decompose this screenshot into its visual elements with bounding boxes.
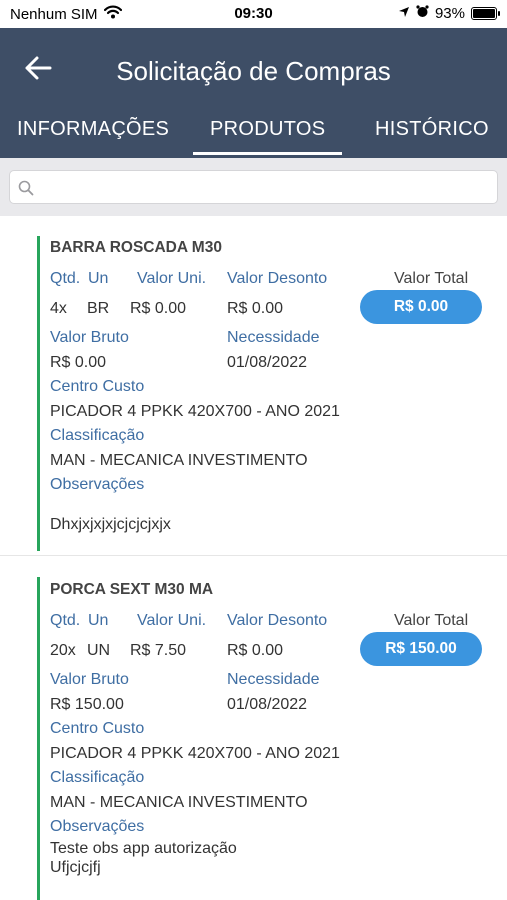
status-bar: Nenhum SIM 09:30 93% (0, 0, 507, 28)
centro-custo-value: PICADOR 4 PPKK 420X700 - ANO 2021 (50, 745, 340, 762)
valor-bruto-value: R$ 150.00 (50, 696, 124, 713)
observacoes-line1: Teste obs app autorização (50, 840, 237, 857)
card-divider (0, 555, 507, 556)
valor-bruto-label: Valor Bruto (50, 329, 129, 346)
search-field[interactable] (9, 170, 498, 205)
valor-bruto-label: Valor Bruto (50, 671, 129, 688)
card-accent (37, 236, 40, 551)
valor-total-label: Valor Total (394, 612, 469, 629)
classificacao-value: MAN - MECANICA INVESTIMENTO (50, 794, 308, 811)
product-name: PORCA SEXT M30 MA (50, 581, 214, 598)
valor-bruto-value: R$ 0.00 (50, 354, 107, 371)
un-value: UN (87, 642, 111, 659)
valor-desconto-value: R$ 0.00 (227, 300, 284, 317)
status-right: 93% (398, 5, 500, 22)
valor-desconto-label: Valor Desonto (227, 270, 328, 287)
qtd-label: Qtd. (50, 612, 81, 629)
tab-bar: INFORMAÇÕES PRODUTOS HISTÓRICO (0, 116, 507, 158)
valor-uni-label: Valor Uni. (137, 270, 207, 287)
battery-percent: 93% (434, 5, 465, 22)
necessidade-value: 01/08/2022 (227, 354, 308, 371)
tab-historico[interactable]: HISTÓRICO (375, 116, 489, 158)
necessidade-value: 01/08/2022 (227, 696, 308, 713)
app-header: Solicitação de Compras INFORMAÇÕES PRODU… (0, 28, 507, 158)
valor-uni-label: Valor Uni. (137, 612, 207, 629)
battery-icon (471, 7, 500, 20)
page-title: Solicitação de Compras (116, 56, 391, 86)
observacoes-line2: Dhxjxjxjxjcjcjcjxjx (50, 516, 171, 533)
qtd-value: 20x (50, 642, 76, 659)
valor-total-button[interactable]: R$ 150.00 (360, 632, 482, 666)
product-card[interactable]: BARRA ROSCADA M30 Qtd. Un Valor Uni. Val… (0, 216, 507, 556)
un-value: BR (87, 300, 110, 317)
search-icon (18, 180, 34, 196)
classificacao-value: MAN - MECANICA INVESTIMENTO (50, 452, 308, 469)
observacoes-label: Observações (50, 476, 145, 493)
search-input[interactable] (42, 171, 496, 205)
necessidade-label: Necessidade (227, 329, 320, 346)
qtd-label: Qtd. (50, 270, 81, 287)
un-label: Un (88, 270, 109, 287)
valor-desconto-label: Valor Desonto (227, 612, 328, 629)
card-accent (37, 577, 40, 900)
necessidade-label: Necessidade (227, 671, 320, 688)
product-card[interactable]: PORCA SEXT M30 MA Qtd. Un Valor Uni. Val… (0, 558, 507, 900)
valor-uni-value: R$ 7.50 (130, 642, 187, 659)
tab-informacoes[interactable]: INFORMAÇÕES (17, 116, 169, 158)
valor-total-label: Valor Total (394, 270, 469, 287)
valor-desconto-value: R$ 0.00 (227, 642, 284, 659)
valor-uni-value: R$ 0.00 (130, 300, 187, 317)
centro-custo-label: Centro Custo (50, 720, 145, 737)
classificacao-label: Classificação (50, 769, 145, 786)
alarm-icon (416, 5, 429, 22)
un-label: Un (88, 612, 109, 629)
search-bar (0, 158, 507, 216)
product-name: BARRA ROSCADA M30 (50, 239, 222, 256)
qtd-value: 4x (50, 300, 67, 317)
classificacao-label: Classificação (50, 427, 145, 444)
observacoes-line2: Ufjcjcjfj (50, 859, 101, 876)
valor-total-button[interactable]: R$ 0.00 (360, 290, 482, 324)
centro-custo-value: PICADOR 4 PPKK 420X700 - ANO 2021 (50, 403, 340, 420)
tab-produtos[interactable]: PRODUTOS (192, 116, 343, 158)
observacoes-label: Observações (50, 818, 145, 835)
centro-custo-label: Centro Custo (50, 378, 145, 395)
location-icon (398, 5, 410, 22)
